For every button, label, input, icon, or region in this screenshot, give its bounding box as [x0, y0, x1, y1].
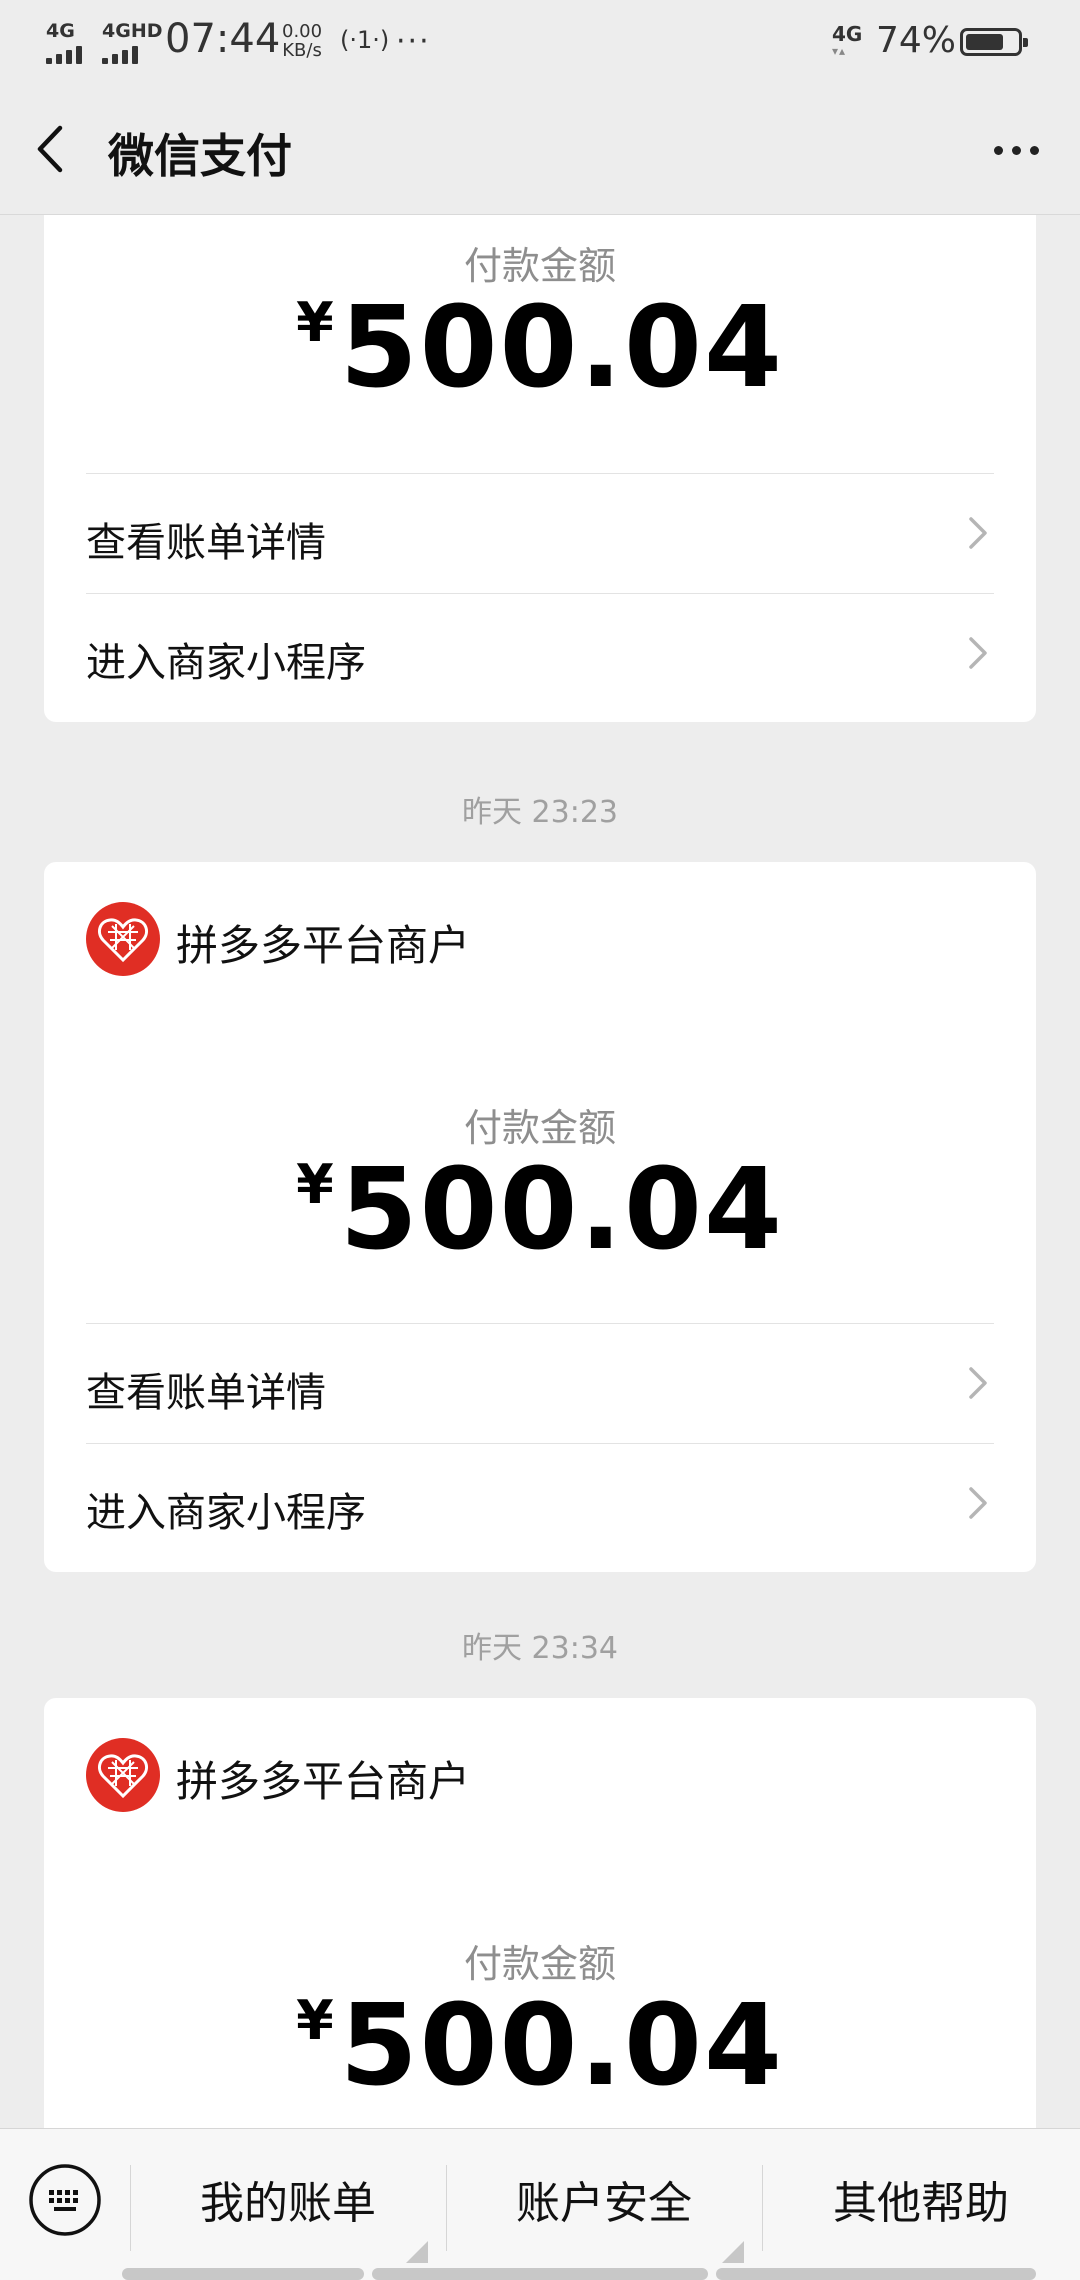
home-indicator [122, 2268, 364, 2280]
status-more-icon: ··· [396, 24, 431, 59]
amount-label: 付款金额 [463, 1106, 616, 1150]
tab-other-help-label: 其他帮助 [833, 2178, 1009, 2229]
message-list[interactable]: 付款金额 ¥500.04 查看账单详情 进入商家小程序 昨天 23:23 拼多多… [0, 215, 1080, 2128]
payment-amount: ¥500.04 [44, 1981, 1036, 2111]
network-speed-unit: KB/s [282, 40, 322, 61]
network-speed-value: 0.00 [282, 21, 323, 42]
merchant-name: 拼多多平台商户 [176, 921, 471, 970]
chevron-left-icon [37, 125, 63, 173]
tab-my-bills-label: 我的账单 [200, 2178, 376, 2229]
wechat-pay-screen: 4G 4GHD 07:44 0.00 KB/s (·1·) ··· 4G ▾▴ … [0, 0, 1080, 2280]
home-indicator [716, 2268, 1036, 2280]
pinduoduo-logo-icon [86, 1738, 160, 1812]
tab-other-help[interactable]: 其他帮助 [762, 2159, 1080, 2249]
mobile-data-icon: 4G ▾▴ [832, 22, 863, 58]
merchant-name: 拼多多平台商户 [176, 1757, 471, 1806]
submenu-indicator-icon [406, 2241, 428, 2263]
network-speed: 0.00 KB/s [282, 22, 322, 60]
payment-card: 付款金额 ¥500.04 查看账单详情 进入商家小程序 [44, 215, 1036, 722]
mobile-data-label: 4G [832, 22, 863, 46]
amount-label: 付款金额 [463, 244, 616, 288]
open-mini-program-label: 进入商家小程序 [86, 640, 366, 686]
navigation-bar: 微信支付 [0, 84, 1080, 215]
battery-percentage: 74% [876, 20, 957, 61]
view-bill-details-label: 查看账单详情 [86, 1370, 326, 1416]
currency-symbol: ¥ [296, 1989, 334, 2052]
network-type-1: 4G [46, 20, 75, 42]
chevron-right-icon [969, 517, 987, 549]
message-timestamp: 昨天 23:23 [462, 795, 618, 830]
view-bill-details-label: 查看账单详情 [86, 520, 326, 566]
message-timestamp: 昨天 23:34 [462, 1631, 618, 1666]
back-button[interactable] [32, 124, 72, 174]
hotspot-icon: (·1·) [340, 26, 390, 54]
payment-amount: ¥500.04 [44, 1145, 1036, 1275]
keyboard-toggle-button[interactable] [28, 2163, 102, 2237]
clock: 07:44 [165, 16, 281, 62]
payment-amount: ¥500.04 [44, 283, 1036, 413]
tab-my-bills[interactable]: 我的账单 [130, 2159, 446, 2249]
tab-account-security-label: 账户安全 [516, 2178, 692, 2229]
chevron-right-icon [969, 1487, 987, 1519]
page-title: 微信支付 [108, 129, 292, 183]
amount-value: 500.04 [339, 283, 784, 413]
amount-label: 付款金额 [463, 1942, 616, 1986]
amount-value: 500.04 [339, 1981, 784, 2111]
payment-card: 拼多多平台商户 付款金额 ¥500.04 [44, 1698, 1036, 2128]
chevron-right-icon [969, 637, 987, 669]
bottom-menu-bar: 我的账单 账户安全 其他帮助 [0, 2128, 1080, 2280]
network-type-2: 4GHD [102, 20, 163, 42]
currency-symbol: ¥ [296, 1153, 334, 1216]
battery-icon [960, 28, 1028, 56]
view-bill-details-row[interactable]: 查看账单详情 [86, 1324, 994, 1442]
submenu-indicator-icon [722, 2241, 744, 2263]
amount-value: 500.04 [339, 1145, 784, 1275]
home-indicator [372, 2268, 708, 2280]
chevron-right-icon [969, 1367, 987, 1399]
open-mini-program-row[interactable]: 进入商家小程序 [86, 1444, 994, 1562]
more-dots-icon [994, 146, 1003, 155]
currency-symbol: ¥ [296, 291, 334, 354]
tab-account-security[interactable]: 账户安全 [446, 2159, 762, 2249]
pinduoduo-logo-icon [86, 902, 160, 976]
payment-card: 拼多多平台商户 付款金额 ¥500.04 查看账单详情 进入商家小程序 [44, 862, 1036, 1572]
open-mini-program-row[interactable]: 进入商家小程序 [86, 594, 994, 712]
view-bill-details-row[interactable]: 查看账单详情 [86, 474, 994, 592]
keyboard-icon [29, 2164, 101, 2236]
open-mini-program-label: 进入商家小程序 [86, 1490, 366, 1536]
more-button[interactable] [988, 130, 1048, 170]
status-bar: 4G 4GHD 07:44 0.00 KB/s (·1·) ··· 4G ▾▴ … [0, 0, 1080, 84]
